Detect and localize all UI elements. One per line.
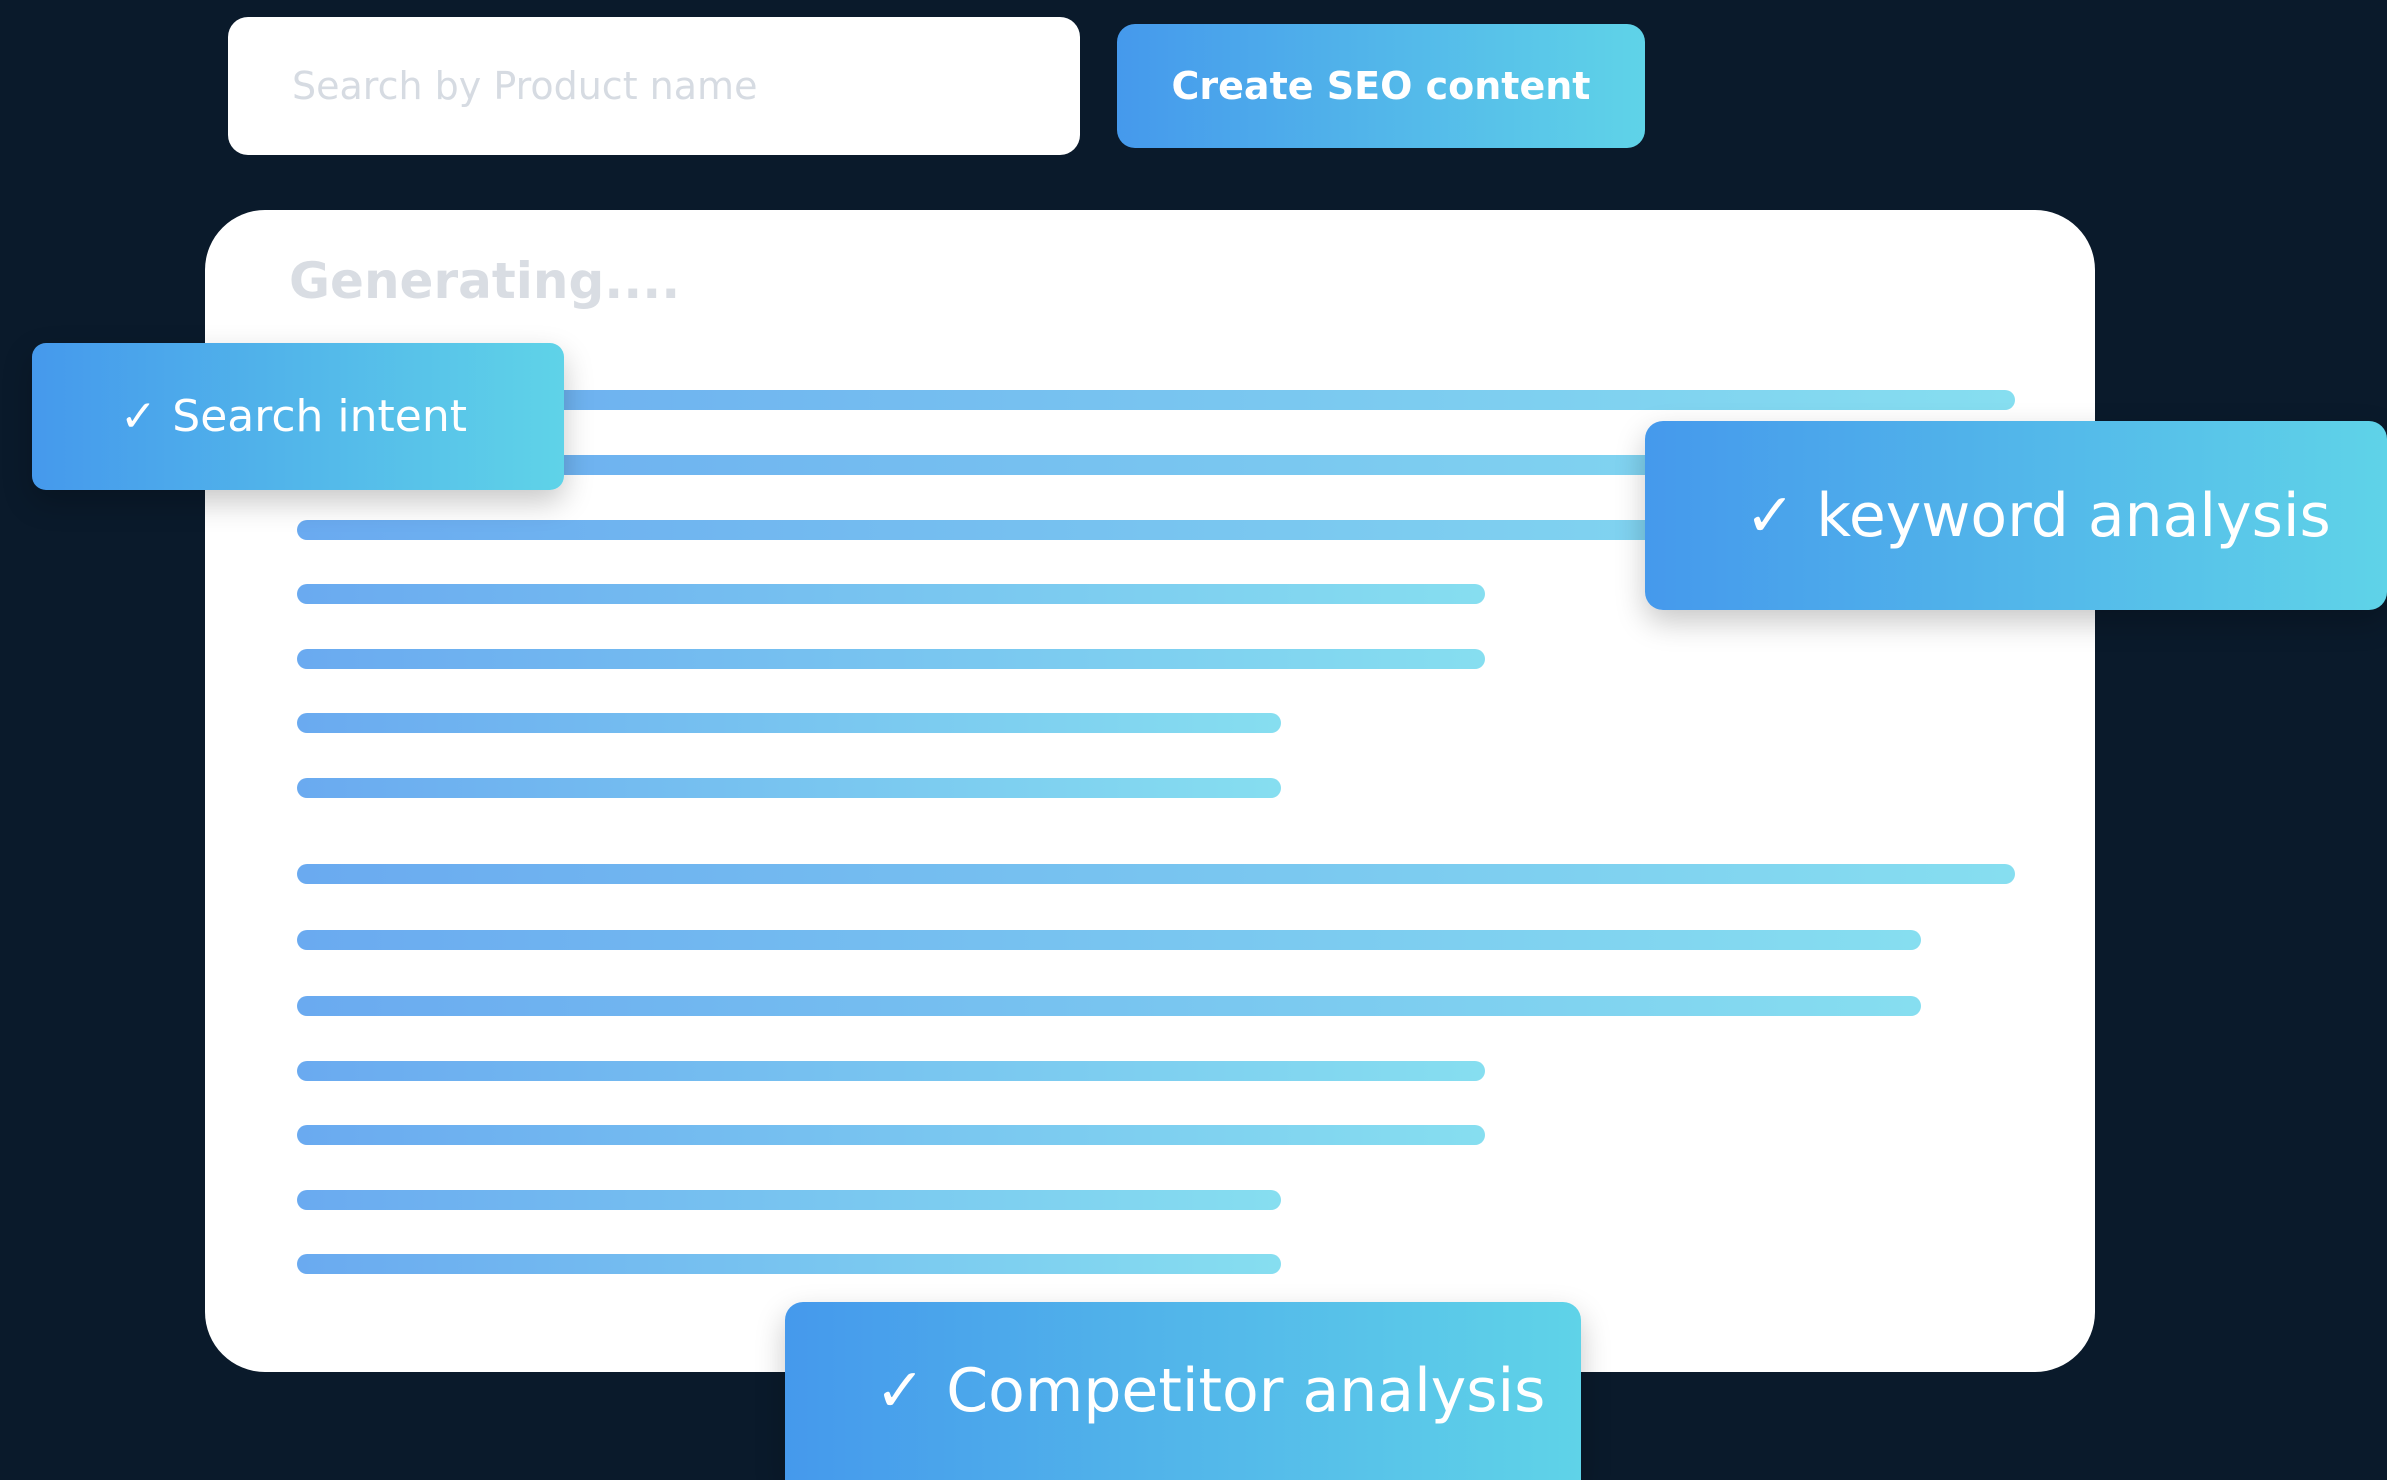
skeleton-line bbox=[297, 996, 1921, 1016]
seo-generator-illustration: Create SEO content Generating.... ✓ Sear… bbox=[0, 0, 2387, 1480]
skeleton-line bbox=[297, 1061, 1485, 1081]
keyword-analysis-label: keyword analysis bbox=[1816, 480, 2331, 551]
skeleton-line bbox=[297, 1190, 1281, 1210]
skeleton-line bbox=[297, 1254, 1281, 1274]
skeleton-line bbox=[297, 713, 1281, 733]
skeleton-line bbox=[297, 778, 1281, 798]
skeleton-line bbox=[297, 930, 1921, 950]
create-seo-content-button[interactable]: Create SEO content bbox=[1117, 24, 1645, 148]
search-intent-label: Search intent bbox=[172, 391, 467, 442]
competitor-analysis-label: Competitor analysis bbox=[946, 1356, 1546, 1426]
search-input[interactable] bbox=[228, 17, 1080, 155]
checkmark-icon: ✓ bbox=[1745, 480, 1796, 551]
generating-status: Generating.... bbox=[289, 252, 681, 310]
skeleton-line bbox=[297, 584, 1485, 604]
checkmark-icon: ✓ bbox=[120, 391, 157, 442]
keyword-analysis-badge: ✓ keyword analysis bbox=[1645, 421, 2387, 610]
search-intent-badge: ✓ Search intent bbox=[32, 343, 564, 490]
skeleton-line bbox=[297, 864, 2015, 884]
checkmark-icon: ✓ bbox=[875, 1356, 926, 1426]
skeleton-line bbox=[297, 1125, 1485, 1145]
competitor-analysis-badge: ✓ Competitor analysis bbox=[785, 1302, 1581, 1480]
skeleton-line bbox=[297, 649, 1485, 669]
